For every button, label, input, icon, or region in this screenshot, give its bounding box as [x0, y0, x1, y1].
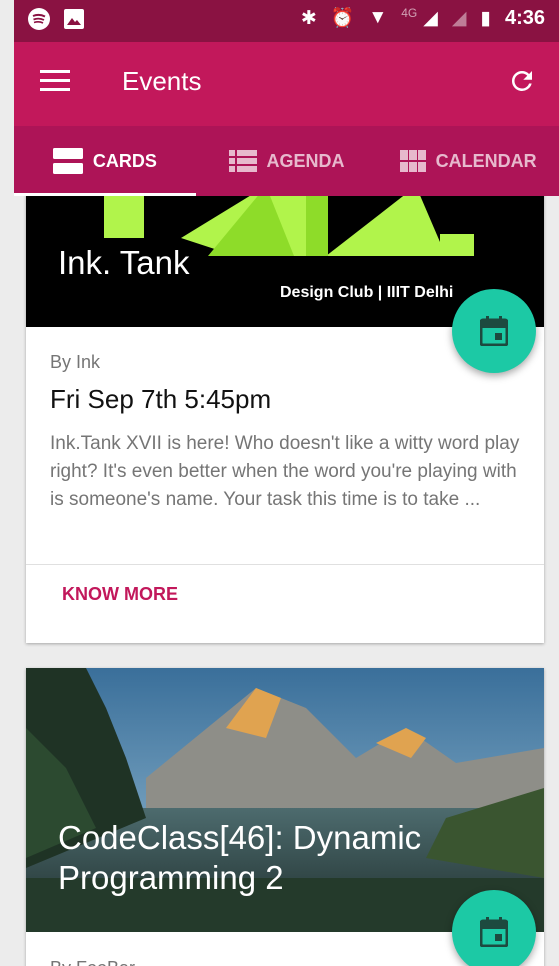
tab-bar: CARDS AGENDA CALENDAR [14, 126, 559, 196]
tab-cards-label: CARDS [92, 150, 157, 171]
app-title: Events [122, 66, 202, 96]
status-time: 4:36 [504, 6, 545, 29]
wifi-icon: ▼ [368, 7, 388, 28]
spotify-icon [28, 8, 50, 30]
agenda-icon [228, 150, 257, 172]
calendar-icon [480, 917, 508, 947]
status-bar: ✱ ⏰ ▼ 4G ◢ ◢ ▮ 4:36 [14, 0, 559, 42]
menu-icon[interactable] [40, 70, 70, 94]
tab-agenda-label: AGENDA [266, 150, 345, 171]
card-divider [26, 564, 544, 565]
calendar-icon [480, 316, 508, 346]
event-list[interactable]: Ink. Tank Design Club | IIIT Delhi By In… [14, 196, 559, 966]
signal-icon-2: ◢ [451, 7, 467, 29]
add-to-calendar-button[interactable] [452, 289, 536, 373]
tab-agenda[interactable]: AGENDA [196, 126, 378, 196]
event-date: Fri Sep 7th 5:45pm [50, 384, 272, 414]
event-title: Ink. Tank [58, 244, 190, 281]
cards-icon [52, 148, 83, 174]
event-card[interactable]: CodeClass[46]: Dynamic Programming 2 By … [26, 668, 544, 966]
tab-cards[interactable]: CARDS [14, 126, 196, 196]
refresh-icon[interactable] [507, 66, 537, 96]
tab-calendar[interactable]: CALENDAR [377, 126, 559, 196]
event-description: Ink.Tank XVII is here! Who doesn't like … [50, 433, 520, 510]
event-card[interactable]: Ink. Tank Design Club | IIIT Delhi By In… [26, 196, 544, 643]
app-bar: Events [14, 42, 559, 126]
network-type: 4G [401, 6, 418, 20]
event-image: CodeClass[46]: Dynamic Programming 2 [26, 668, 544, 932]
know-more-button[interactable]: KNOW MORE [62, 584, 178, 605]
event-author: By FooBar [50, 958, 135, 966]
image-icon [64, 9, 84, 29]
bluetooth-icon: ✱ [300, 7, 317, 29]
add-to-calendar-button[interactable] [452, 890, 536, 966]
event-author: By Ink [50, 352, 101, 372]
battery-icon: ▮ [480, 7, 491, 29]
event-title: CodeClass[46]: Dynamic Programming 2 [58, 819, 422, 896]
tab-calendar-label: CALENDAR [435, 150, 537, 171]
image-caption: Design Club | IIIT Delhi [280, 284, 454, 301]
alarm-icon: ⏰ [330, 8, 355, 29]
calendar-grid-icon [399, 150, 426, 172]
signal-icon: ◢ [423, 7, 438, 29]
